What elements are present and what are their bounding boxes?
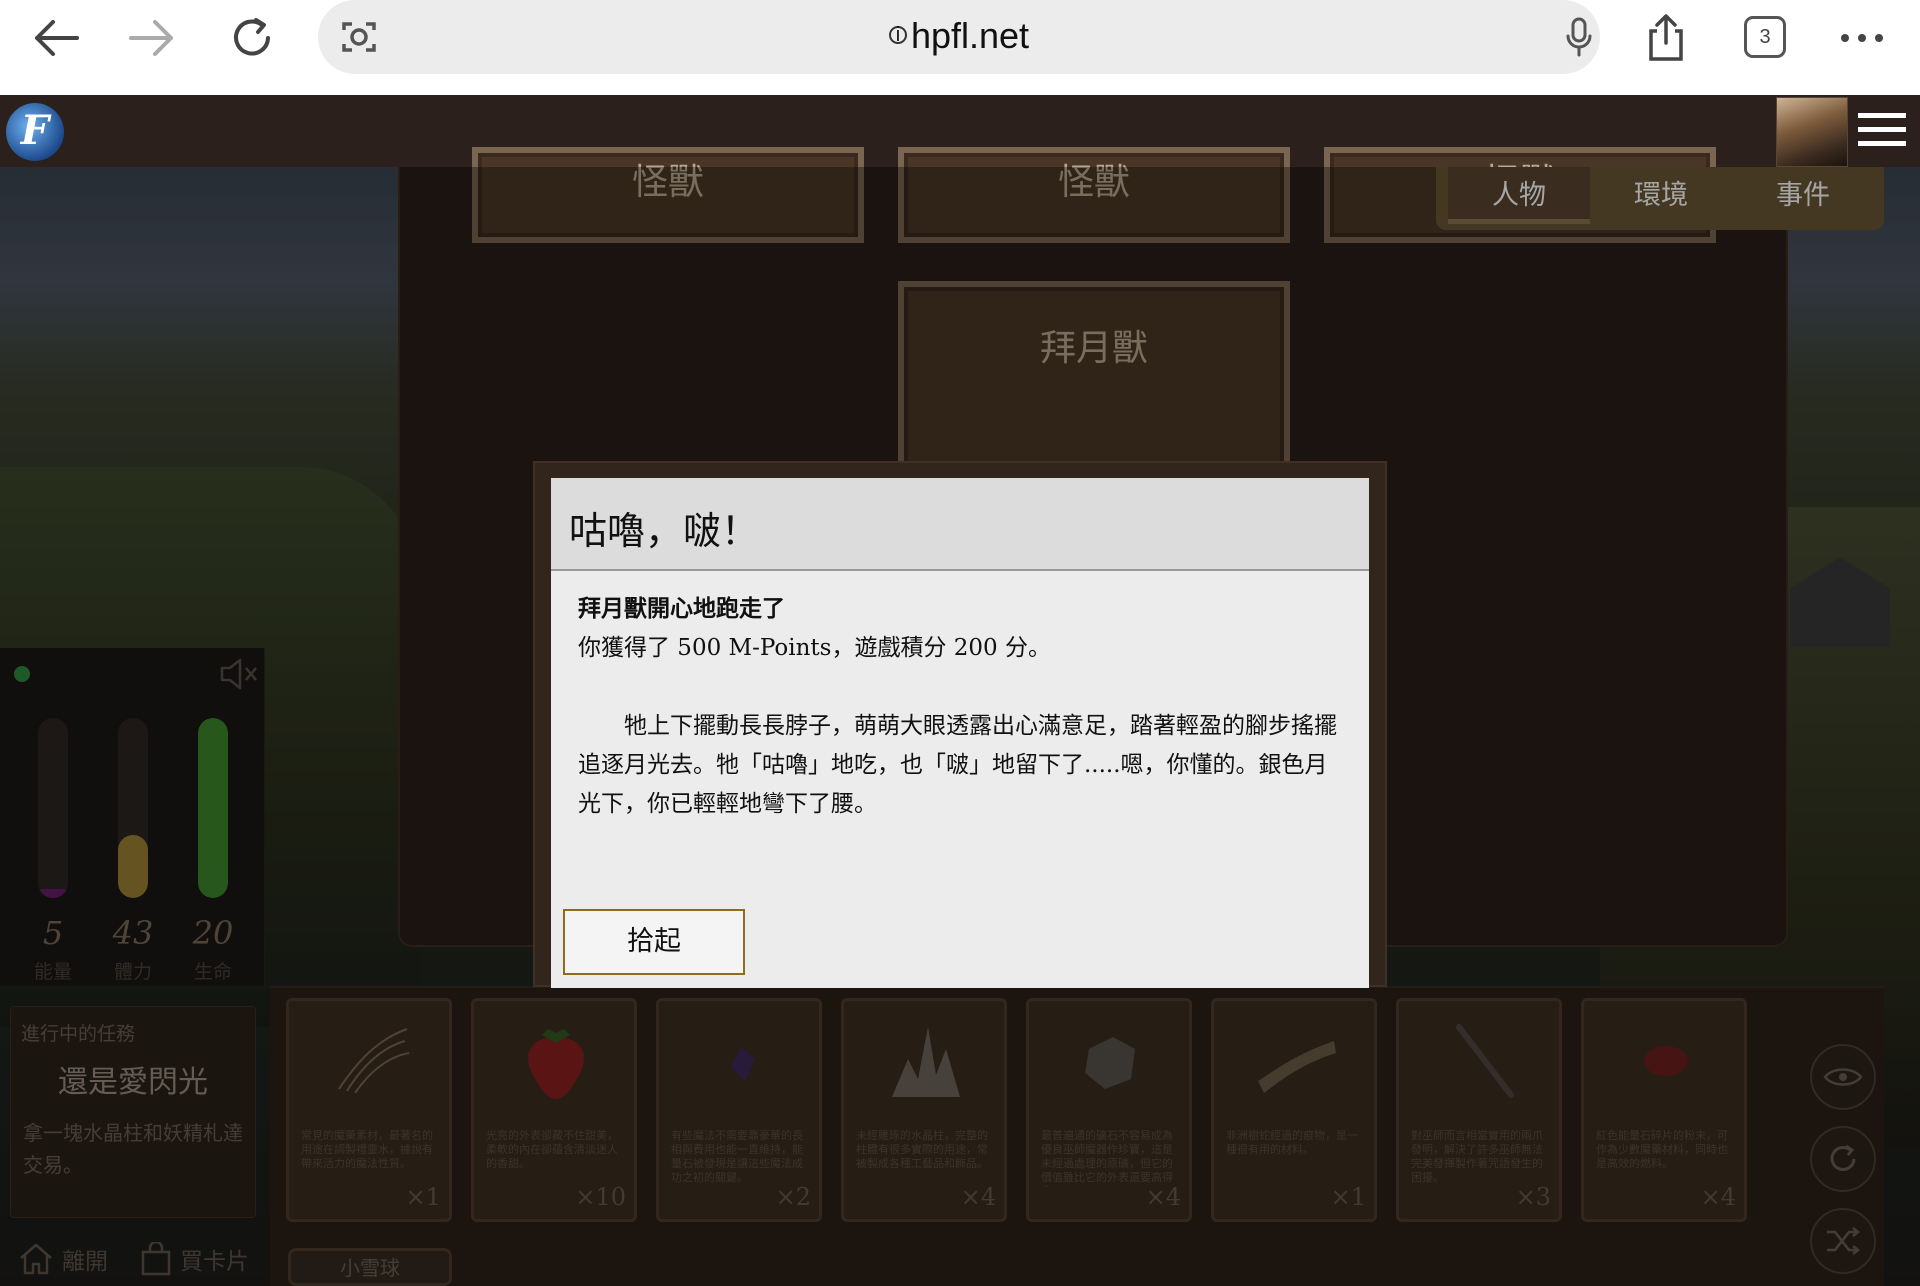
- hamburger-menu-icon[interactable]: [1858, 113, 1906, 149]
- dialog-lead: 拜月獸開心地跑走了: [578, 596, 785, 622]
- more-options-icon[interactable]: [1832, 8, 1892, 68]
- dialog-reward: 你獲得了 500 M-Points，遊戲積分 200 分。: [578, 635, 1051, 661]
- dialog-story: 牠上下擺動長長脖子，萌萌大眼透露出心滿意足，踏著輕盈的腳步搖擺追逐月光去。牠「咕…: [578, 713, 1337, 817]
- browser-toolbar: i hpfl.net 3: [0, 0, 1920, 95]
- url-value: hpfl.net: [910, 15, 1030, 56]
- microphone-icon[interactable]: [1564, 16, 1594, 62]
- forward-arrow-icon[interactable]: [122, 8, 182, 68]
- pickup-button[interactable]: 拾起: [563, 909, 745, 975]
- url-text: i hpfl.net: [318, 0, 1600, 74]
- tabs-count-button[interactable]: 3: [1744, 16, 1786, 58]
- site-logo[interactable]: F: [6, 103, 64, 161]
- avatar[interactable]: [1776, 97, 1848, 167]
- reload-icon[interactable]: [222, 8, 282, 68]
- share-icon[interactable]: [1636, 8, 1696, 68]
- dialog-title-bar: 咕嚕，啵！: [551, 478, 1369, 571]
- address-bar[interactable]: i hpfl.net: [318, 0, 1600, 74]
- site-info-icon[interactable]: i: [888, 25, 907, 45]
- dialog-title: 咕嚕，啵！: [569, 509, 760, 553]
- dialog-body: 拜月獸開心地跑走了 你獲得了 500 M-Points，遊戲積分 200 分。 …: [578, 590, 1348, 824]
- result-dialog: 咕嚕，啵！ 拜月獸開心地跑走了 你獲得了 500 M-Points，遊戲積分 2…: [551, 478, 1369, 988]
- back-arrow-icon[interactable]: [26, 8, 86, 68]
